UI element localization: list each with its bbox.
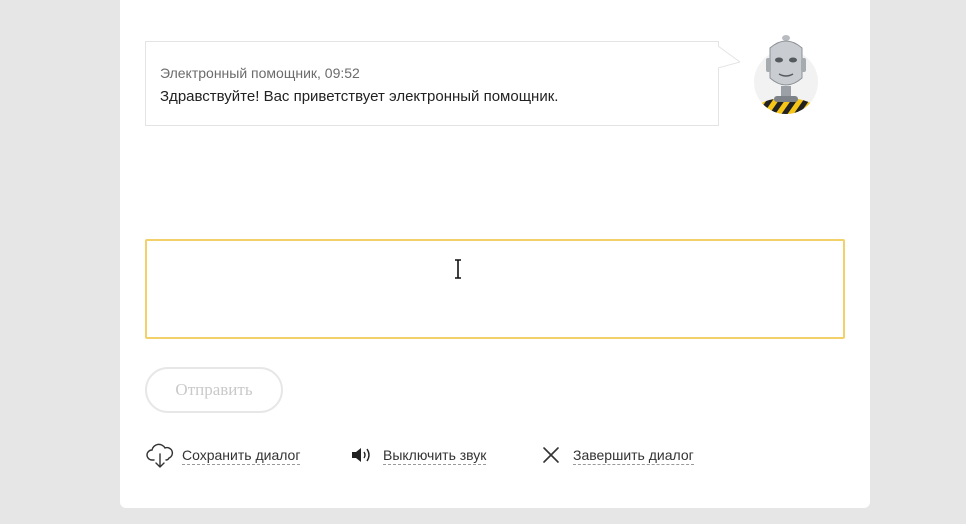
end-dialog-label: Завершить диалог [573,447,694,465]
end-dialog-button[interactable]: Завершить диалог [540,440,720,470]
assistant-message-bubble: Электронный помощник, 09:52 Здравствуйте… [145,41,719,126]
speaker-icon [352,448,370,462]
mute-sound-label: Выключить звук [383,447,487,465]
close-icon [543,447,559,463]
message-input[interactable] [145,239,845,339]
text-cursor-icon [455,259,461,279]
message-text: Здравствуйте! Вас приветствует электронн… [160,88,559,105]
bubble-tail [718,46,740,68]
save-dialog-label: Сохранить диалог [182,447,301,465]
send-button[interactable]: Отправить [145,367,283,413]
mute-sound-button[interactable]: Выключить звук [350,440,515,470]
save-dialog-button[interactable]: Сохранить диалог [145,440,325,470]
message-author-time: Электронный помощник, 09:52 [160,65,360,81]
assistant-avatar [754,35,818,114]
cloud-download-icon [146,443,174,468]
